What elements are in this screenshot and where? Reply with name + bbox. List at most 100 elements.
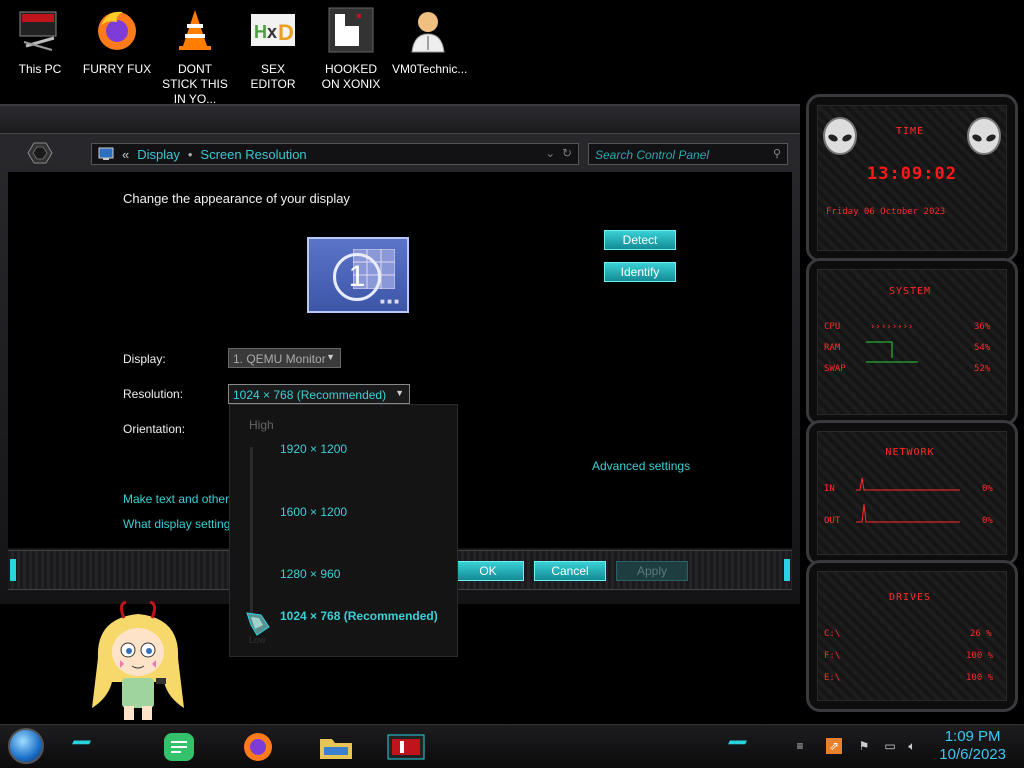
- show-hidden-icons-icon[interactable]: ≡: [792, 738, 808, 754]
- breadcrumb-screen-resolution[interactable]: Screen Resolution: [200, 147, 306, 162]
- monitor-number: 1: [333, 253, 381, 301]
- desktop-icon-label: This PC: [18, 62, 62, 76]
- dropdown-low-label: Low: [249, 635, 266, 645]
- apply-button[interactable]: Apply: [616, 561, 688, 581]
- app-tray-icon[interactable]: ⇗: [826, 738, 842, 754]
- desktop-icon-xonix[interactable]: HOOKED ON XONIX: [315, 6, 387, 92]
- advanced-settings-link[interactable]: Advanced settings: [592, 459, 690, 473]
- vlc-cone-icon: [179, 10, 211, 50]
- display-select-value: 1. QEMU Monitor: [233, 352, 326, 366]
- taskbar-date: 10/6/2023: [939, 746, 1006, 763]
- resolution-dropdown: High 1920 × 1200 1600 × 1200 1280 × 960 …: [229, 404, 458, 657]
- cartoon-character-image: [92, 600, 184, 720]
- network-row-label: OUT: [824, 516, 841, 526]
- system-row-label: SWAP: [824, 364, 846, 374]
- chevron-down-icon: ▼: [326, 352, 335, 362]
- drive-row-value: 26 %: [970, 629, 992, 639]
- drives-gadget-title: DRIVES: [888, 592, 932, 603]
- system-row-label: RAM: [824, 343, 841, 353]
- detect-button[interactable]: Detect: [604, 230, 676, 250]
- gadget-clock: 13:09:02: [867, 164, 957, 184]
- alien-head-icon: [967, 117, 1001, 155]
- doctor-avatar-icon: [411, 12, 445, 53]
- taskbar-accent-icon: ▰▰▰: [728, 737, 747, 748]
- file-explorer-icon[interactable]: [316, 731, 356, 763]
- display-select[interactable]: 1. QEMU Monitor ▼: [228, 348, 341, 368]
- control-panel-icon: [98, 147, 114, 160]
- dropdown-high-label: High: [249, 418, 274, 432]
- cpu-bar-icon: ››››››››: [870, 322, 914, 332]
- search-placeholder: Search Control Panel: [595, 148, 710, 162]
- desktop-icon-label: DONT STICK THIS IN YO...: [162, 62, 228, 106]
- system-row-value: 54%: [974, 343, 991, 353]
- start-button[interactable]: [8, 728, 44, 764]
- svg-text:D: D: [278, 20, 294, 45]
- time-gadget-title: TIME: [895, 126, 925, 137]
- breadcrumb-separator-icon: •: [187, 146, 193, 162]
- network-row-value: 0%: [982, 516, 993, 526]
- computer-icon: [19, 11, 57, 51]
- xonix-game-icon: [328, 7, 374, 53]
- bar-cap-right: [784, 559, 790, 581]
- drive-row-label: E:\: [824, 673, 841, 683]
- network-icon[interactable]: ▭: [882, 738, 898, 754]
- taskbar-time: 1:09 PM: [944, 728, 1001, 745]
- breadcrumb-display[interactable]: Display: [137, 147, 180, 162]
- desktop-icon-vlc[interactable]: DONT STICK THIS IN YO...: [159, 6, 231, 107]
- firefox-icon[interactable]: [238, 731, 278, 763]
- resolution-select-value: 1024 × 768 (Recommended): [233, 388, 387, 402]
- search-input[interactable]: Search Control Panel ⚲: [588, 143, 788, 165]
- window-title-strip: [0, 106, 800, 134]
- desktop-icon-label: VM0Technic...: [392, 62, 468, 76]
- desktop-icon-label: FURRY FUX: [82, 62, 152, 76]
- ok-button[interactable]: OK: [452, 561, 524, 581]
- desktop-icon-this-pc[interactable]: This PC: [4, 6, 76, 77]
- desktop-icon-label: SEX EDITOR: [250, 62, 296, 91]
- gadget-date: Friday 06 October 2023: [826, 207, 946, 217]
- resolution-slider-track[interactable]: [250, 447, 253, 622]
- svg-text:H: H: [254, 22, 267, 42]
- system-row-value: 36%: [974, 322, 991, 332]
- desktop-icon-vm0[interactable]: VM0Technic...: [392, 6, 468, 77]
- taskbar-accent-icon: ▰▰▰: [72, 737, 91, 748]
- action-center-icon[interactable]: ⚑: [856, 738, 872, 754]
- drive-row-label: F:\: [824, 651, 841, 661]
- monitor-1-thumbnail[interactable]: 1 ■ ■ ■: [307, 237, 409, 313]
- resolution-option[interactable]: 1280 × 960: [280, 567, 340, 581]
- resolution-select[interactable]: 1024 × 768 (Recommended) ▼: [228, 384, 410, 404]
- alien-head-icon: [823, 117, 857, 155]
- refresh-icon[interactable]: ⌄ ↻: [545, 146, 572, 160]
- system-row-label: CPU: [824, 322, 841, 332]
- breadcrumb-back[interactable]: «: [122, 147, 129, 162]
- monitor-dots-icon: ■ ■ ■: [380, 297, 399, 306]
- back-navigation-icon[interactable]: [22, 140, 58, 166]
- network-row-label: IN: [824, 484, 835, 494]
- display-label: Display:: [123, 352, 166, 366]
- hxd-editor-icon: H x D: [251, 14, 295, 46]
- svg-text:x: x: [267, 22, 277, 42]
- cancel-button[interactable]: Cancel: [534, 561, 606, 581]
- page-heading: Change the appearance of your display: [123, 191, 350, 206]
- drive-row-label: C:\: [824, 629, 841, 639]
- drive-row-value: 100 %: [966, 651, 994, 661]
- volume-icon[interactable]: 🔈︎: [904, 738, 920, 754]
- desktop-icon-label: HOOKED ON XONIX: [321, 62, 381, 91]
- resolution-option[interactable]: 1600 × 1200: [280, 505, 347, 519]
- messaging-app-icon[interactable]: [160, 731, 200, 763]
- network-row-value: 0%: [982, 484, 993, 494]
- resolution-option-selected[interactable]: 1024 × 768 (Recommended): [280, 609, 438, 623]
- control-panel-taskbar-icon[interactable]: [386, 731, 426, 763]
- display-settings-help-link[interactable]: What display setting: [123, 517, 230, 531]
- desktop-icon-firefox[interactable]: FURRY FUX: [81, 6, 153, 77]
- system-gadget-title: SYSTEM: [888, 286, 932, 297]
- system-row-value: 52%: [974, 364, 991, 374]
- network-gadget-title: NETWORK: [885, 447, 935, 458]
- resolution-option[interactable]: 1920 × 1200: [280, 442, 347, 456]
- resolution-label: Resolution:: [123, 387, 184, 401]
- address-bar[interactable]: « Display • Screen Resolution ⌄ ↻: [91, 143, 579, 165]
- identify-button[interactable]: Identify: [604, 262, 676, 282]
- text-size-link[interactable]: Make text and other: [123, 492, 229, 506]
- desktop-icon-hex-editor[interactable]: H x D SEX EDITOR: [237, 6, 309, 92]
- taskbar-clock[interactable]: 1:09 PM 10/6/2023: [939, 728, 1006, 764]
- search-icon[interactable]: ⚲: [773, 147, 781, 160]
